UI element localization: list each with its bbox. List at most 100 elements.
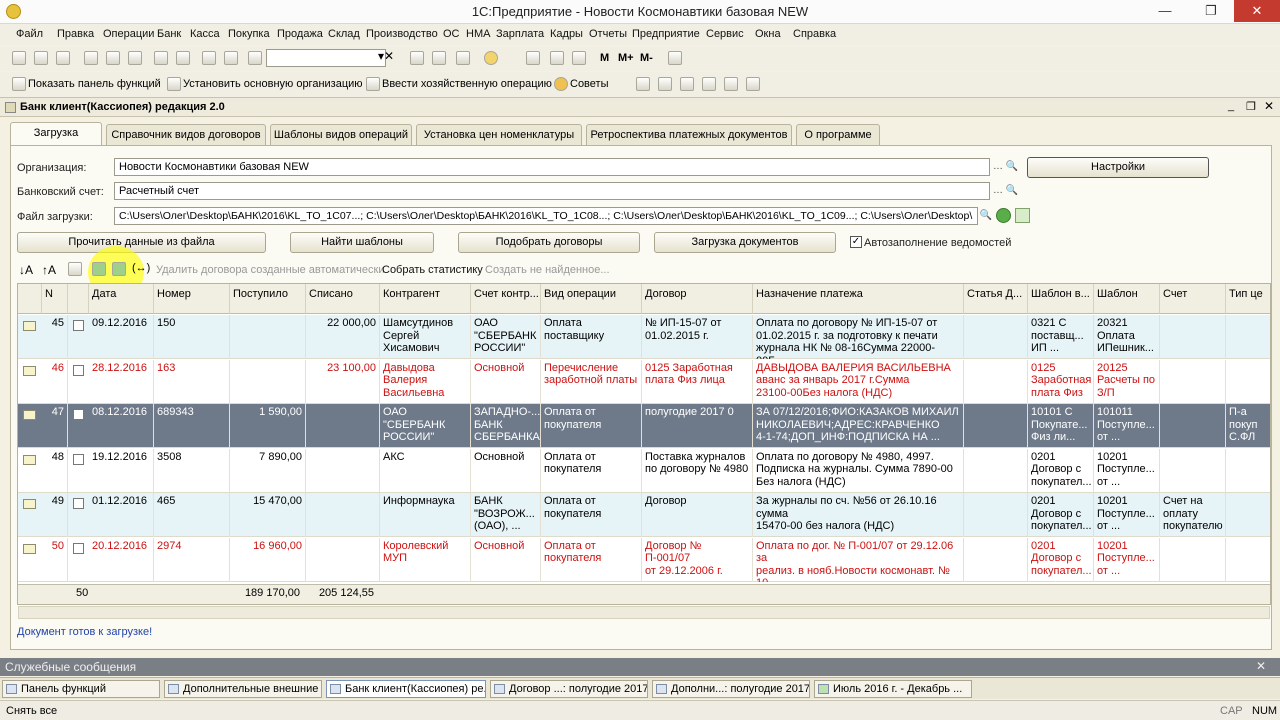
horizontal-scrollbar[interactable]: [18, 606, 1270, 619]
menu-service[interactable]: Сервис: [706, 28, 744, 40]
menu-warehouse[interactable]: Склад: [328, 28, 360, 40]
table-row[interactable]: 45 09.12.2016 150 22 000,00 Шамсутдинов Серг…: [18, 315, 1270, 359]
find-next-icon[interactable]: [410, 51, 424, 65]
check-all-icon[interactable]: [92, 262, 106, 276]
menu-windows[interactable]: Окна: [755, 28, 781, 40]
account-search-icon[interactable]: 🔍: [1005, 183, 1019, 199]
col-header[interactable]: N: [42, 284, 68, 314]
table-row[interactable]: 47 08.12.2016 689343 1 590,00 ОАО "СБЕРБАНК …: [18, 404, 1270, 448]
tab-about[interactable]: О программе: [796, 124, 880, 146]
tab-contract-types[interactable]: Справочник видов договоров: [106, 124, 266, 146]
undo-icon[interactable]: [202, 51, 216, 65]
col-header[interactable]: Шаблон в...: [1028, 284, 1094, 314]
autofill-checkbox[interactable]: ✓: [850, 236, 862, 248]
col-header[interactable]: Поступило: [230, 284, 306, 314]
load-documents-button[interactable]: Загрузка документов: [654, 232, 836, 253]
enter-operation-button[interactable]: Ввести хозяйственную операцию: [382, 78, 552, 90]
journal-icon-6[interactable]: [746, 77, 760, 91]
memory-mplus-icon[interactable]: M+: [618, 52, 634, 64]
col-header[interactable]: Тип це: [1226, 284, 1270, 314]
table-row[interactable]: 50 20.12.2016 2974 16 960,00 Королевский МУП…: [18, 537, 1270, 582]
col-check-header[interactable]: [68, 284, 89, 314]
sort-asc-icon[interactable]: ↓A: [19, 263, 33, 277]
service-messages-bar[interactable]: Служебные сообщения ✕: [0, 658, 1280, 676]
row-checkbox[interactable]: [73, 542, 84, 554]
copy-icon[interactable]: [106, 51, 120, 65]
create-missing-link[interactable]: Создать не найденное...: [485, 264, 610, 276]
menu-help[interactable]: Справка: [793, 28, 836, 40]
col-header[interactable]: Договор: [642, 284, 753, 314]
col-header[interactable]: Счет: [1160, 284, 1226, 314]
account-field[interactable]: Расчетный счет: [114, 182, 990, 200]
journal-icon-3[interactable]: [680, 77, 694, 91]
tab-retrospective[interactable]: Ретроспектива платежных документов: [586, 124, 792, 146]
uncheck-all-icon[interactable]: [112, 262, 126, 276]
menu-bank[interactable]: Банк: [157, 28, 181, 40]
print-icon[interactable]: [154, 51, 168, 65]
calendar-icon[interactable]: [550, 51, 564, 65]
row-checkbox[interactable]: [73, 409, 84, 420]
account-select-icon[interactable]: …: [991, 183, 1005, 199]
table-row[interactable]: 49 01.12.2016 465 15 470,00 Информнаука БАНК …: [18, 493, 1270, 537]
tips-button[interactable]: Советы: [570, 78, 608, 90]
table-row[interactable]: 46 28.12.2016 163 23 100,00 Давыдова Валерия…: [18, 359, 1270, 404]
find-templates-button[interactable]: Найти шаблоны: [290, 232, 434, 253]
task-additional[interactable]: Дополни...: полугодие 2017 0: [652, 680, 810, 698]
find-prev-icon[interactable]: [432, 51, 446, 65]
show-panel-button[interactable]: Показать панель функций: [28, 78, 161, 90]
row-checkbox[interactable]: [73, 364, 84, 376]
task-contract[interactable]: Договор ...: полугодие 2017 0: [490, 680, 648, 698]
tools-icon[interactable]: [668, 51, 682, 65]
file-search-icon[interactable]: 🔍: [979, 208, 993, 224]
set-org-button[interactable]: Установить основную организацию: [183, 78, 363, 90]
tab-price-setting[interactable]: Установка цен номенклатуры: [416, 124, 582, 146]
file-edit-icon[interactable]: [1015, 208, 1030, 223]
sort-desc-icon[interactable]: ↑A: [42, 263, 56, 277]
task-panel[interactable]: Панель функций: [2, 680, 160, 698]
documents-table[interactable]: N Дата Номер Поступило Списано Контраген…: [17, 283, 1271, 605]
settings-button[interactable]: Настройки: [1027, 157, 1209, 178]
journal-icon-2[interactable]: [658, 77, 672, 91]
tab-load[interactable]: Загрузка: [10, 122, 102, 146]
col-header[interactable]: Назначение платежа: [753, 284, 964, 314]
redo-icon[interactable]: [224, 51, 238, 65]
tab-operation-templates[interactable]: Шаблоны видов операций: [270, 124, 412, 146]
menu-hr[interactable]: Кадры: [550, 28, 583, 40]
col-header[interactable]: Шаблон: [1094, 284, 1160, 314]
read-file-button[interactable]: Прочитать данные из файла: [17, 232, 266, 253]
menu-purchase[interactable]: Покупка: [228, 28, 270, 40]
menu-edit[interactable]: Правка: [57, 28, 94, 40]
org-search-icon[interactable]: 🔍: [1005, 159, 1019, 175]
table-row[interactable]: 48 19.12.2016 3508 7 890,00 АКС Основной Оплат…: [18, 448, 1270, 493]
table-icon[interactable]: [572, 51, 586, 65]
menu-nma[interactable]: НМА: [466, 28, 490, 40]
search-clear-icon[interactable]: ▾✕: [378, 49, 404, 67]
col-header[interactable]: Списано: [306, 284, 380, 314]
row-checkbox[interactable]: [73, 320, 84, 331]
form-restore-icon[interactable]: ❐: [1246, 100, 1256, 113]
task-report[interactable]: Июль 2016 г. - Декабрь ...: [814, 680, 972, 698]
new-doc-icon[interactable]: [12, 51, 26, 65]
match-contracts-button[interactable]: Подобрать договоры: [458, 232, 640, 253]
journal-icon-1[interactable]: [636, 77, 650, 91]
menu-reports[interactable]: Отчеты: [589, 28, 627, 40]
row-checkbox[interactable]: [73, 453, 84, 465]
delete-auto-contracts-link[interactable]: Удалить договора созданные автоматически: [156, 264, 384, 276]
file-field[interactable]: C:\Users\Олег\Desktop\БАНК\2016\KL_TO_1C…: [114, 207, 978, 225]
menu-file[interactable]: Файл: [16, 28, 43, 40]
close-icon[interactable]: ✕: [1234, 0, 1280, 22]
menu-salary[interactable]: Зарплата: [496, 28, 544, 40]
minimize-icon[interactable]: —: [1142, 0, 1188, 22]
file-add-icon[interactable]: [996, 208, 1011, 223]
search-icon[interactable]: [248, 51, 262, 65]
maximize-icon[interactable]: ❐: [1188, 0, 1234, 22]
menu-os[interactable]: ОС: [443, 28, 460, 40]
search-input[interactable]: [266, 49, 386, 67]
col-header[interactable]: Номер: [154, 284, 230, 314]
form-close-icon[interactable]: ✕: [1264, 99, 1274, 113]
col-header[interactable]: Счет контр...: [471, 284, 541, 314]
row-checkbox[interactable]: [73, 498, 84, 509]
menu-sales[interactable]: Продажа: [277, 28, 323, 40]
col-header[interactable]: Статья Д...: [964, 284, 1028, 314]
task-bank-client[interactable]: Банк клиент(Кассиопея) ре...: [326, 680, 486, 698]
